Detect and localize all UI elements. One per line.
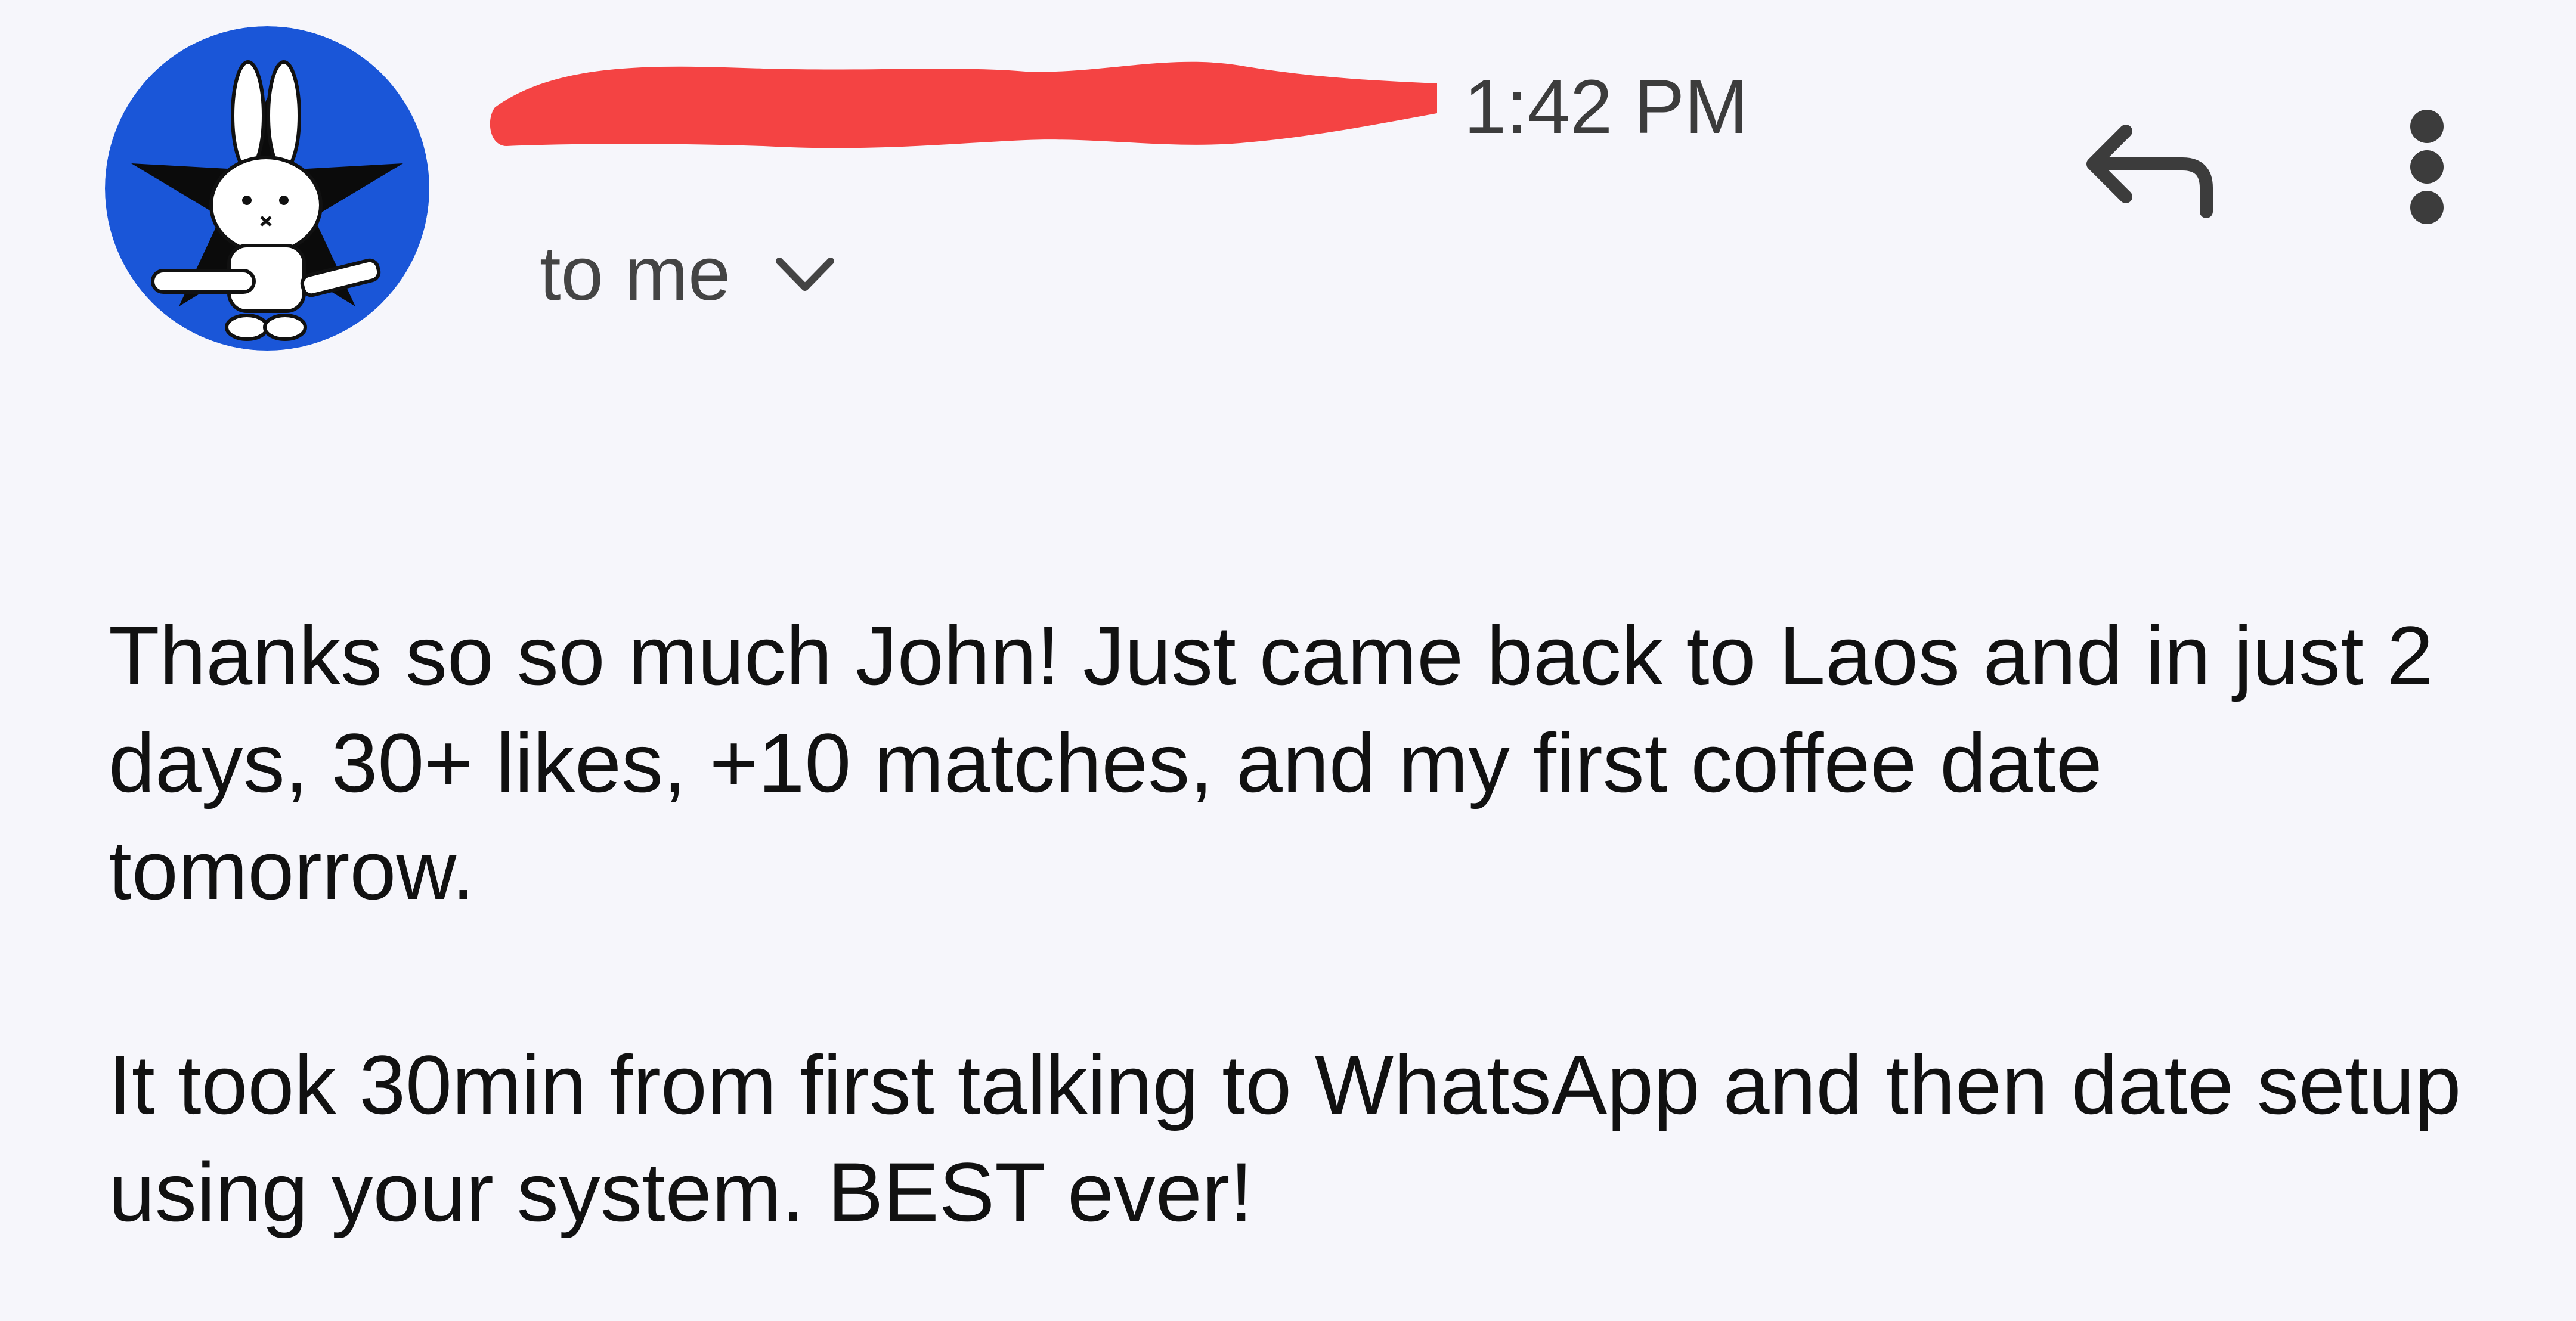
message-paragraph: It took 30min from first talking to What… xyxy=(109,1038,2462,1239)
avatar-bunny-star-icon xyxy=(105,26,429,351)
more-vertical-icon-dot xyxy=(2410,191,2444,224)
timestamp: 1:42 PM xyxy=(1464,64,1748,150)
recipient-details-toggle[interactable]: to me xyxy=(540,230,838,319)
redaction-mark xyxy=(490,61,1437,148)
recipient-label: to me xyxy=(540,231,731,317)
sender-avatar[interactable] xyxy=(105,26,429,351)
reply-button[interactable] xyxy=(2081,107,2224,227)
message-paragraph: Thanks so so much John! Just came back t… xyxy=(109,609,2433,917)
chevron-down-icon xyxy=(772,250,838,298)
sender-name[interactable] xyxy=(489,24,1443,167)
more-vertical-icon-dot xyxy=(2410,150,2444,184)
reply-icon xyxy=(2086,125,2213,218)
more-options-button[interactable] xyxy=(2391,101,2463,232)
email-message-view: 1:42 PM to me Thanks so so much John! Ju… xyxy=(0,0,2576,1321)
more-vertical-icon xyxy=(2410,110,2444,143)
